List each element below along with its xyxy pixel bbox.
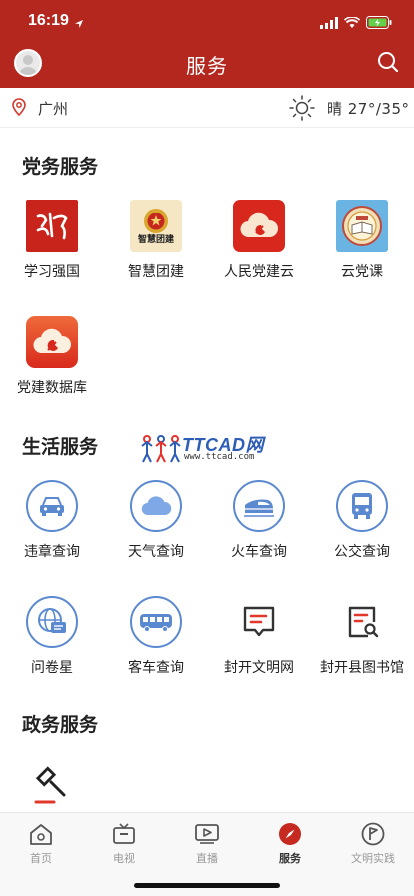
- signal-icon: [320, 14, 338, 33]
- service-fengkai-library[interactable]: 封开县图书馆: [310, 596, 414, 677]
- service-party-class[interactable]: 云党课: [310, 200, 414, 281]
- tab-label: 首页: [30, 852, 52, 865]
- service-label: 违章查询: [24, 544, 80, 560]
- service-label: 火车查询: [231, 544, 287, 560]
- service-coach-query[interactable]: 客车查询: [104, 596, 208, 677]
- tab-label: 电视: [113, 852, 135, 865]
- section-title-party: 党务服务: [22, 156, 99, 178]
- watermark-url: www.ttcad.com: [184, 452, 255, 462]
- live-icon: [166, 821, 248, 847]
- nav-bar: 服务: [0, 44, 414, 88]
- train-icon: [233, 480, 285, 532]
- library-search-icon: [336, 596, 388, 648]
- service-label: 人民党建云: [224, 264, 294, 280]
- location-weather-bar: 广州 晴 27°/35°: [0, 88, 414, 128]
- globe-chat-icon: [26, 596, 78, 648]
- service-party-cloud[interactable]: 人民党建云: [207, 200, 311, 281]
- location-arrow-icon: [74, 14, 84, 33]
- service-party-database[interactable]: 党建数据库: [0, 316, 104, 397]
- service-zhihui-tuanjian[interactable]: 智慧团建 智慧团建: [104, 200, 208, 281]
- tab-label: 直播: [196, 852, 218, 865]
- wifi-icon: [343, 14, 361, 33]
- party-class-icon: [336, 200, 388, 252]
- tab-tv[interactable]: 电视: [83, 821, 165, 866]
- service-label: 封开县图书馆: [320, 660, 404, 676]
- zhihui-tuanjian-icon: 智慧团建: [130, 200, 182, 252]
- compass-icon: [249, 821, 331, 847]
- section-title-life: 生活服务: [22, 436, 99, 458]
- tab-label: 文明实践: [351, 852, 395, 865]
- service-bus-query[interactable]: 公交查询: [310, 480, 414, 561]
- bus-icon: [336, 480, 388, 532]
- location-pin-icon: [12, 98, 26, 120]
- service-fengkai-civilization-web[interactable]: 封开文明网: [207, 596, 311, 677]
- tab-civilization-practice[interactable]: 文明实践: [332, 821, 414, 866]
- service-label: 问卷星: [31, 660, 73, 676]
- search-button[interactable]: [376, 50, 400, 74]
- xuexi-qiangguo-icon: [26, 200, 78, 252]
- service-label: 云党课: [341, 264, 383, 280]
- weather-text: 晴 27°/35°: [327, 100, 410, 118]
- web-message-icon: [233, 596, 285, 648]
- service-label: 党建数据库: [17, 380, 87, 396]
- page-title: 服务: [186, 54, 228, 78]
- watermark-logo-icon: [141, 435, 181, 463]
- ttcad-watermark: TTCAD网 www.ttcad.com: [140, 432, 280, 470]
- tab-service[interactable]: 服务: [249, 821, 331, 866]
- tab-label: 服务: [279, 852, 301, 865]
- cloud-icon: [130, 480, 182, 532]
- tab-home[interactable]: 首页: [0, 821, 82, 866]
- service-label: 公交查询: [334, 544, 390, 560]
- service-label: 智慧团建: [128, 264, 184, 280]
- status-icons: [320, 14, 392, 33]
- service-weather-query[interactable]: 天气查询: [104, 480, 208, 561]
- service-label: 学习强国: [24, 264, 80, 280]
- sun-icon: [289, 95, 315, 125]
- service-violation-query[interactable]: 违章查询: [0, 480, 104, 561]
- flag-circle-icon: [332, 821, 414, 847]
- service-label: 封开文明网: [224, 660, 294, 676]
- coach-icon: [130, 596, 182, 648]
- search-icon: [376, 52, 400, 78]
- zhihui-tuanjian-badge-text: 智慧团建: [137, 235, 174, 245]
- battery-icon: [366, 14, 392, 33]
- party-database-icon: [26, 316, 78, 368]
- home-icon: [0, 821, 82, 847]
- service-questionnaire[interactable]: 问卷星: [0, 596, 104, 677]
- app-header: 16:19 服务: [0, 0, 414, 88]
- service-label: 天气查询: [128, 544, 184, 560]
- location-city[interactable]: 广州: [38, 98, 68, 119]
- service-label: 客车查询: [128, 660, 184, 676]
- home-indicator: [134, 883, 280, 888]
- party-cloud-icon: [233, 200, 285, 252]
- tv-icon: [83, 821, 165, 847]
- service-xuexi-qiangguo[interactable]: 学习强国: [0, 200, 104, 281]
- status-bar: 16:19: [0, 0, 414, 44]
- car-icon: [26, 480, 78, 532]
- service-train-query[interactable]: 火车查询: [207, 480, 311, 561]
- status-time: 16:19: [28, 12, 69, 29]
- service-gov-item[interactable]: [0, 758, 104, 806]
- gavel-icon: [26, 758, 78, 810]
- section-title-gov: 政务服务: [22, 714, 99, 736]
- tab-live[interactable]: 直播: [166, 821, 248, 866]
- bottom-tab-bar: 首页 电视 直播 服务 文明实践: [0, 812, 414, 896]
